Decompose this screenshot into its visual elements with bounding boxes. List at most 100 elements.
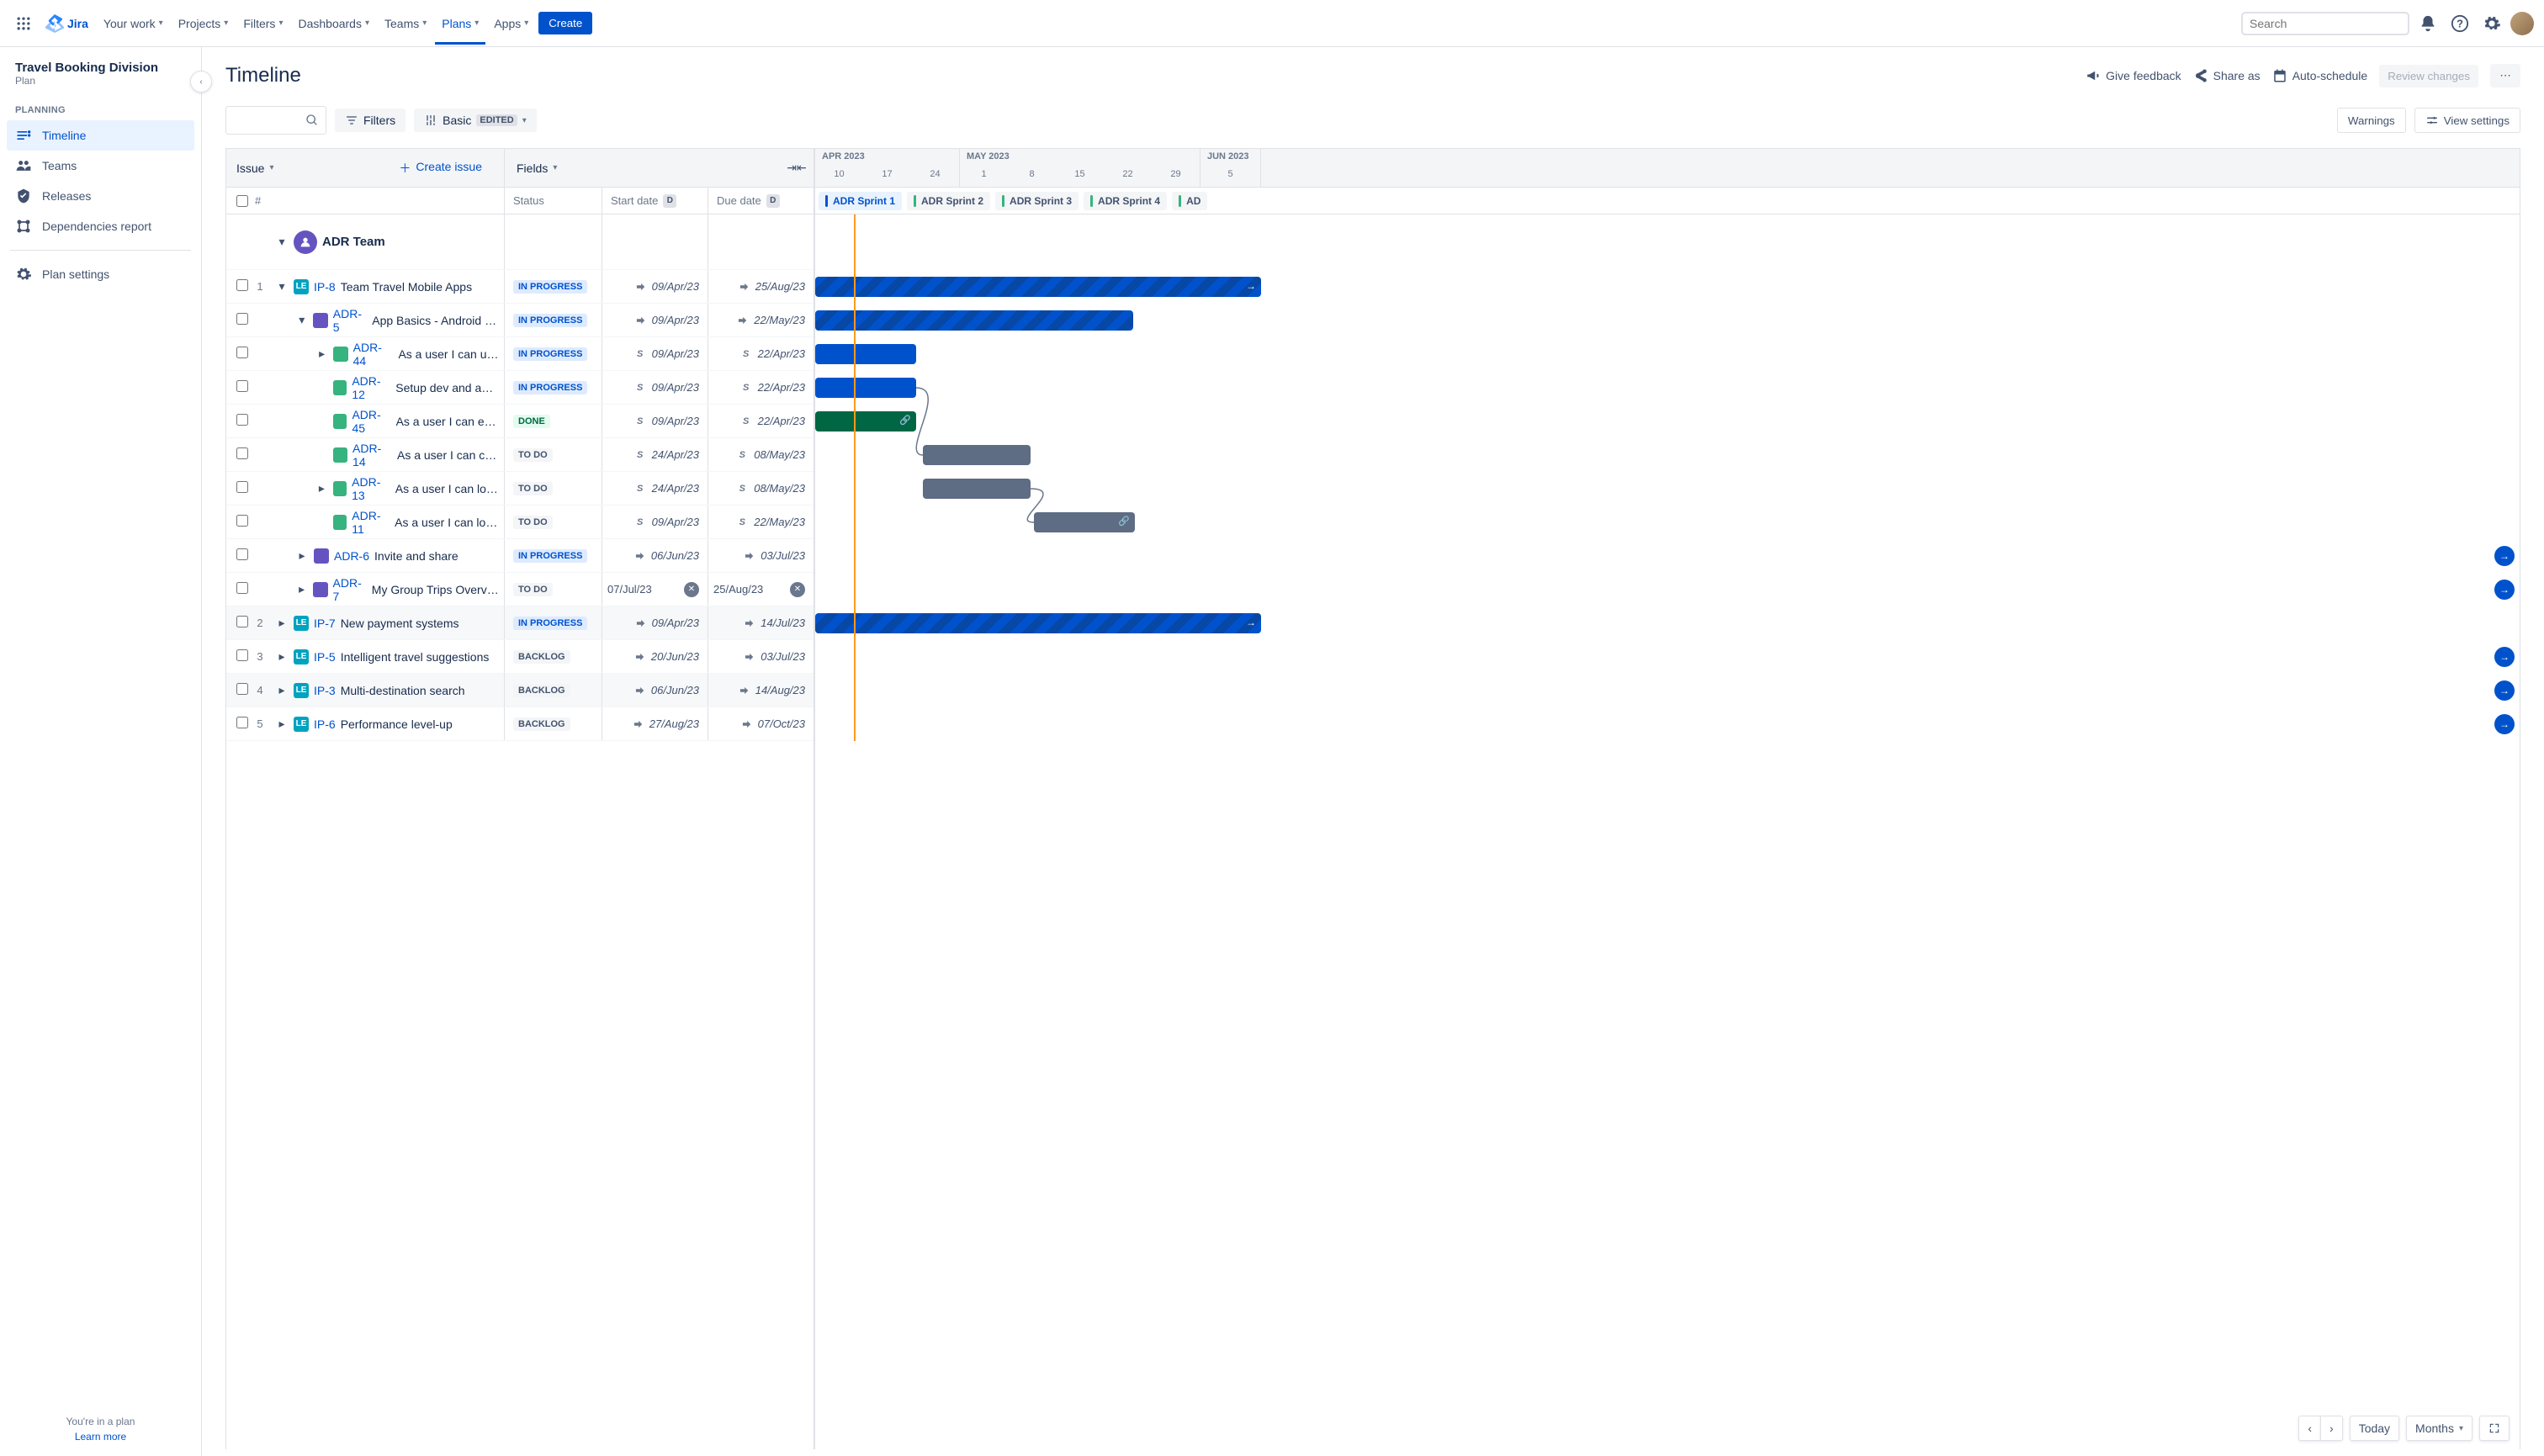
sidebar-item-teams[interactable]: Teams bbox=[7, 151, 194, 181]
due-date[interactable]: 07/Oct/23 bbox=[758, 717, 805, 730]
due-date[interactable]: 03/Jul/23 bbox=[761, 549, 805, 562]
scroll-to-bar-button[interactable]: → bbox=[2494, 714, 2515, 734]
expand-icon[interactable]: ▾ bbox=[275, 279, 289, 294]
fields-dropdown[interactable]: Fields ▾ bbox=[505, 149, 557, 187]
scroll-to-bar-button[interactable]: → bbox=[2494, 680, 2515, 701]
expand-icon[interactable]: ▸ bbox=[275, 649, 289, 664]
issue-column-header[interactable]: Issue bbox=[236, 161, 264, 175]
sidebar-item-releases[interactable]: Releases bbox=[7, 181, 194, 211]
expand-icon[interactable]: ▸ bbox=[275, 683, 289, 697]
row-checkbox[interactable] bbox=[236, 313, 248, 325]
collapse-columns-icon[interactable]: ⇥⇤ bbox=[787, 161, 807, 175]
start-date[interactable]: 09/Apr/23 bbox=[652, 617, 699, 629]
row-checkbox[interactable] bbox=[236, 515, 248, 527]
status-badge[interactable]: IN PROGRESS bbox=[513, 549, 587, 563]
status-badge[interactable]: IN PROGRESS bbox=[513, 280, 587, 294]
issue-key-link[interactable]: IP-5 bbox=[314, 650, 336, 664]
row-checkbox[interactable] bbox=[236, 279, 248, 291]
due-date[interactable]: 22/Apr/23 bbox=[758, 347, 805, 360]
clear-date-icon[interactable]: ✕ bbox=[790, 582, 805, 597]
fullscreen-button[interactable] bbox=[2479, 1416, 2510, 1441]
sidebar-item-dependencies-report[interactable]: Dependencies report bbox=[7, 211, 194, 241]
nav-item-projects[interactable]: Projects▾ bbox=[172, 3, 236, 45]
gantt-bar[interactable]: 🔗 bbox=[815, 411, 916, 432]
user-avatar[interactable] bbox=[2510, 12, 2534, 35]
due-date[interactable]: 14/Aug/23 bbox=[755, 684, 805, 696]
expand-icon[interactable]: ▸ bbox=[275, 717, 289, 731]
issue-key-link[interactable]: ADR-13 bbox=[352, 475, 390, 502]
due-date[interactable]: 22/May/23 bbox=[754, 314, 805, 326]
status-badge[interactable]: DONE bbox=[513, 415, 550, 428]
today-button[interactable]: Today bbox=[2350, 1416, 2399, 1441]
settings-icon[interactable] bbox=[2478, 10, 2505, 37]
search-input[interactable] bbox=[2250, 17, 2402, 30]
issue-key-link[interactable]: IP-6 bbox=[314, 717, 336, 731]
nav-item-plans[interactable]: Plans▾ bbox=[435, 3, 485, 45]
row-checkbox[interactable] bbox=[236, 380, 248, 392]
scroll-to-bar-button[interactable]: → bbox=[2494, 546, 2515, 566]
status-badge[interactable]: IN PROGRESS bbox=[513, 314, 587, 327]
help-icon[interactable]: ? bbox=[2446, 10, 2473, 37]
warnings-button[interactable]: Warnings bbox=[2337, 108, 2406, 133]
notifications-icon[interactable] bbox=[2414, 10, 2441, 37]
start-date[interactable]: 09/Apr/23 bbox=[652, 280, 699, 293]
sidebar-item-plan-settings[interactable]: Plan settings bbox=[7, 259, 194, 289]
expand-icon[interactable]: ▸ bbox=[315, 347, 328, 361]
start-date[interactable]: 27/Aug/23 bbox=[649, 717, 699, 730]
due-date[interactable]: 22/Apr/23 bbox=[758, 381, 805, 394]
search-box[interactable] bbox=[2241, 12, 2409, 35]
status-badge[interactable]: BACKLOG bbox=[513, 717, 570, 731]
review-changes-button[interactable]: Review changes bbox=[2379, 65, 2478, 87]
start-date[interactable]: 06/Jun/23 bbox=[651, 549, 699, 562]
status-badge[interactable]: IN PROGRESS bbox=[513, 381, 587, 394]
row-checkbox[interactable] bbox=[236, 548, 248, 560]
row-checkbox[interactable] bbox=[236, 481, 248, 493]
status-badge[interactable]: BACKLOG bbox=[513, 650, 570, 664]
expand-team-icon[interactable]: ▾ bbox=[275, 235, 289, 249]
status-badge[interactable]: TO DO bbox=[513, 583, 553, 596]
row-checkbox[interactable] bbox=[236, 347, 248, 358]
start-date[interactable]: 07/Jul/23 bbox=[602, 583, 679, 596]
jira-logo[interactable]: Jira bbox=[40, 14, 93, 33]
learn-more-link[interactable]: Learn more bbox=[13, 1431, 188, 1443]
row-checkbox[interactable] bbox=[236, 616, 248, 627]
expand-icon[interactable]: ▸ bbox=[315, 481, 328, 495]
due-date[interactable]: 22/Apr/23 bbox=[758, 415, 805, 427]
start-date[interactable]: 24/Apr/23 bbox=[652, 448, 699, 461]
start-date[interactable]: 09/Apr/23 bbox=[652, 381, 699, 394]
gantt-bar[interactable] bbox=[815, 310, 1133, 331]
filter-search-input[interactable] bbox=[225, 106, 326, 135]
row-checkbox[interactable] bbox=[236, 649, 248, 661]
issue-key-link[interactable]: ADR-5 bbox=[333, 307, 367, 334]
gantt-bar[interactable]: → bbox=[815, 613, 1261, 633]
start-date[interactable]: 09/Apr/23 bbox=[652, 516, 699, 528]
status-badge[interactable]: IN PROGRESS bbox=[513, 347, 587, 361]
status-badge[interactable]: TO DO bbox=[513, 516, 553, 529]
due-date[interactable]: 25/Aug/23 bbox=[708, 583, 785, 596]
start-date[interactable]: 06/Jun/23 bbox=[651, 684, 699, 696]
issue-key-link[interactable]: IP-8 bbox=[314, 280, 336, 294]
issue-key-link[interactable]: IP-3 bbox=[314, 684, 336, 697]
gantt-bar[interactable] bbox=[815, 378, 916, 398]
issue-key-link[interactable]: ADR-14 bbox=[352, 442, 392, 469]
due-date[interactable]: 22/May/23 bbox=[754, 516, 805, 528]
status-badge[interactable]: IN PROGRESS bbox=[513, 617, 587, 630]
gantt-bar[interactable] bbox=[923, 479, 1031, 499]
scroll-to-bar-button[interactable]: → bbox=[2494, 580, 2515, 600]
status-badge[interactable]: TO DO bbox=[513, 482, 553, 495]
gantt-bar[interactable]: → bbox=[815, 277, 1261, 297]
start-date[interactable]: 09/Apr/23 bbox=[652, 314, 699, 326]
select-all-checkbox[interactable] bbox=[236, 195, 248, 207]
start-date[interactable]: 24/Apr/23 bbox=[652, 482, 699, 495]
view-settings-button[interactable]: View settings bbox=[2414, 108, 2520, 133]
nav-item-filters[interactable]: Filters▾ bbox=[236, 3, 289, 45]
sprint-chip[interactable]: ADR Sprint 3 bbox=[995, 192, 1079, 210]
issue-key-link[interactable]: ADR-44 bbox=[353, 341, 394, 368]
due-date[interactable]: 08/May/23 bbox=[754, 482, 805, 495]
create-issue-button[interactable]: ＋ Create issue bbox=[399, 160, 494, 177]
nav-item-teams[interactable]: Teams▾ bbox=[378, 3, 433, 45]
sprint-chip[interactable]: AD bbox=[1172, 192, 1207, 210]
sidebar-item-timeline[interactable]: Timeline bbox=[7, 120, 194, 151]
due-date[interactable]: 03/Jul/23 bbox=[761, 650, 805, 663]
issue-key-link[interactable]: ADR-7 bbox=[333, 576, 367, 603]
